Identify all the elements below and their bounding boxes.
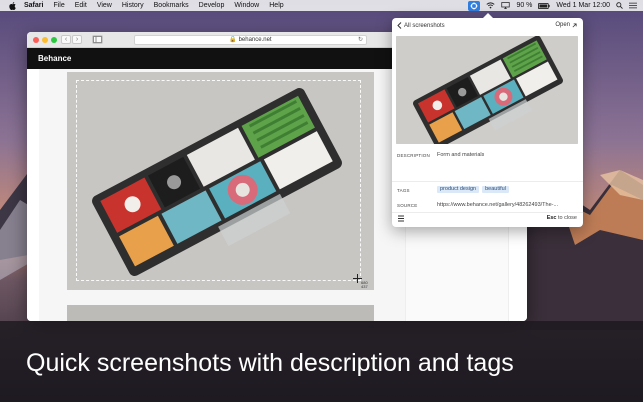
all-screenshots-button[interactable]: All screenshots [397, 22, 445, 29]
menu-icon[interactable] [398, 215, 404, 222]
maximize-window-button[interactable] [51, 37, 57, 43]
tag-chip[interactable]: product design [437, 186, 480, 193]
project-image-next [67, 305, 374, 321]
menu-bookmarks[interactable]: Bookmarks [154, 2, 189, 9]
promo-caption-band: Quick screenshots with description and t… [0, 321, 643, 402]
tags-list[interactable]: product design beautiful [437, 186, 512, 193]
back-button[interactable]: ‹ [61, 35, 71, 44]
menu-status-area: 90 % Wed 1 Mar 12:00 [468, 0, 637, 11]
reload-icon[interactable]: ↻ [358, 36, 363, 45]
divider [392, 181, 583, 182]
close-window-button[interactable] [33, 37, 39, 43]
popover-footer: Esc to close [392, 213, 583, 225]
screenshot-selection-rect[interactable] [76, 80, 361, 281]
spotlight-search-icon[interactable] [616, 2, 623, 9]
lock-icon: 🔒 [229, 37, 237, 43]
chevron-left-icon [397, 22, 402, 29]
menu-help[interactable]: Help [269, 2, 283, 9]
menu-file[interactable]: File [53, 2, 64, 9]
airplay-icon[interactable] [501, 2, 511, 9]
history-nav: ‹ › [61, 35, 82, 44]
esc-key: Esc [546, 215, 557, 221]
battery-percentage: 90 % [516, 2, 533, 9]
screenshot-thumbnail[interactable] [396, 36, 578, 144]
menu-view[interactable]: View [97, 2, 112, 9]
selection-size-readout: 680 437 [361, 280, 368, 289]
site-logo[interactable]: Behance [38, 54, 71, 63]
promo-caption: Quick screenshots with description and t… [26, 349, 514, 377]
all-screenshots-label: All screenshots [404, 22, 445, 29]
description-value[interactable]: Form and materials [437, 152, 484, 158]
address-bar[interactable]: 🔒 behance.net ↻ [134, 35, 367, 45]
menu-history[interactable]: History [122, 2, 144, 9]
arrow-up-right-icon [572, 22, 577, 27]
open-label: Open [555, 22, 570, 28]
source-label: SOURCE [397, 203, 418, 208]
forward-button[interactable]: › [72, 35, 82, 44]
menu-app-name[interactable]: Safari [24, 2, 43, 9]
description-row: DESCRIPTION Form and materials [392, 151, 583, 181]
screenshot-app-icon[interactable] [468, 0, 481, 11]
menu-bar: Safari File Edit View History Bookmarks … [0, 0, 643, 11]
esc-hint-text: to close [558, 215, 577, 221]
tag-chip[interactable]: beautiful [482, 186, 509, 193]
address-text: behance.net [238, 37, 272, 43]
notification-center-icon[interactable] [629, 2, 637, 9]
clock[interactable]: Wed 1 Mar 12:00 [556, 2, 610, 9]
wifi-icon[interactable] [486, 2, 495, 9]
source-row: SOURCE https://www.behance.net/gallery/4… [392, 201, 583, 211]
window-controls [33, 37, 57, 43]
tags-label: TAGS [397, 188, 410, 193]
sidebar-icon [93, 36, 102, 43]
battery-icon[interactable] [538, 2, 551, 9]
screenshot-detail-popover: All screenshots Open DESCRIPTION Form an… [392, 13, 583, 227]
menu-develop[interactable]: Develop [199, 2, 225, 9]
minimize-window-button[interactable] [42, 37, 48, 43]
popover-header: All screenshots Open [392, 18, 583, 34]
apple-icon[interactable] [9, 1, 18, 10]
source-link[interactable]: https://www.behance.net/gallery/48262493… [437, 202, 577, 208]
thumbnail-image [396, 36, 578, 144]
sidebar-toggle-button[interactable] [92, 35, 103, 44]
esc-to-close-hint: Esc to close [547, 215, 577, 221]
description-label: DESCRIPTION [397, 153, 430, 158]
open-button[interactable]: Open [555, 22, 577, 28]
tags-row: TAGS product design beautiful [392, 186, 583, 196]
project-image: 680 437 [67, 72, 374, 290]
menu-window[interactable]: Window [234, 2, 259, 9]
menu-edit[interactable]: Edit [75, 2, 87, 9]
